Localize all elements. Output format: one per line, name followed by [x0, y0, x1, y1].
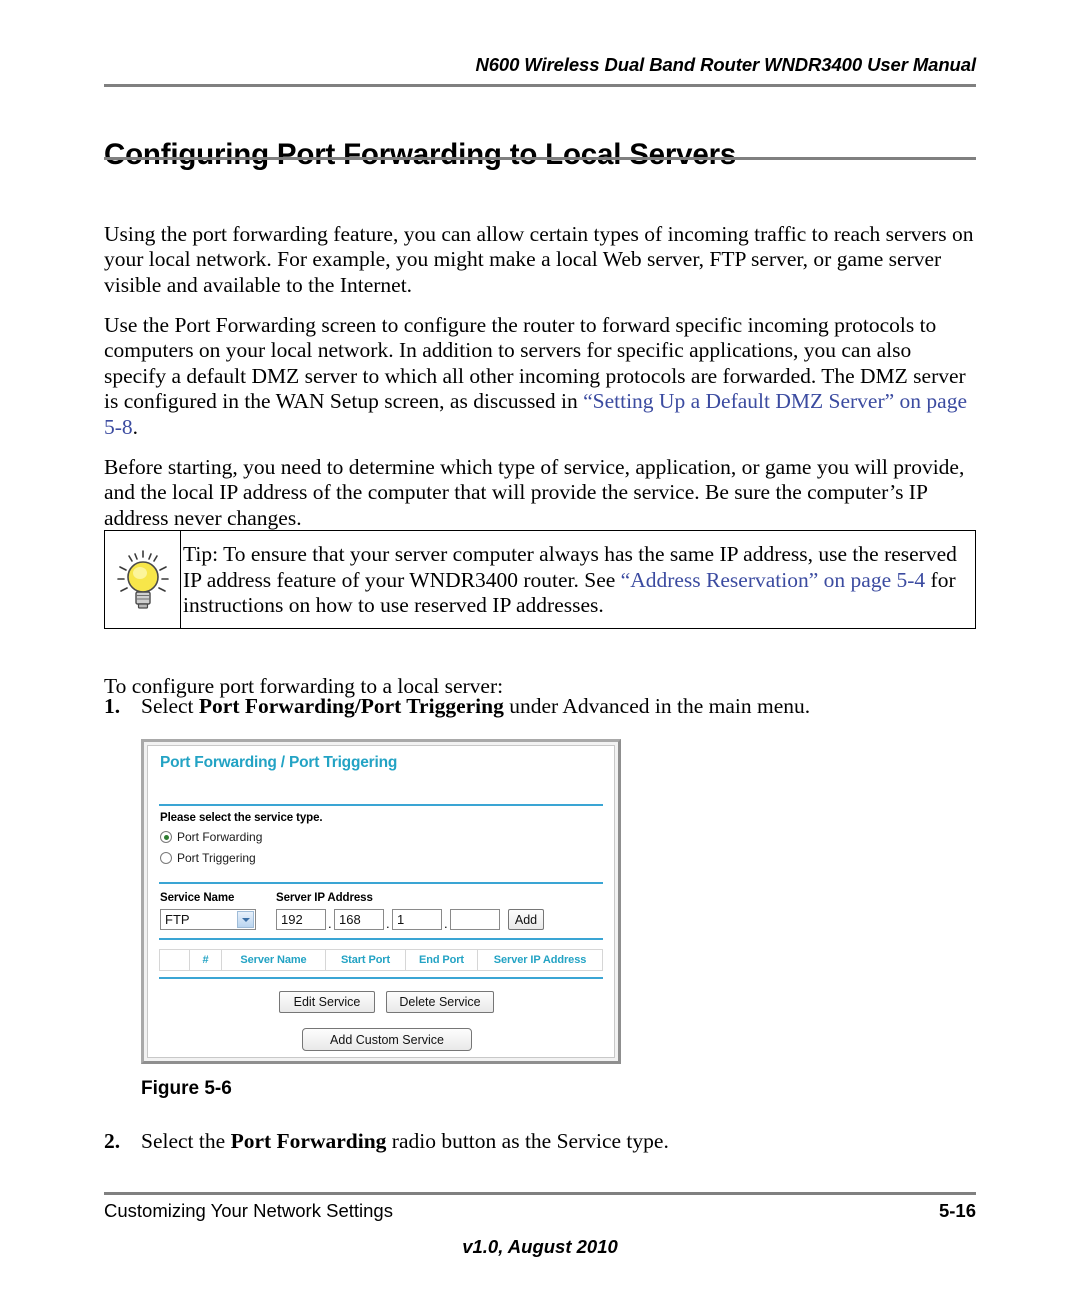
- radio-port-forwarding-indicator[interactable]: [160, 831, 172, 843]
- step-number: 2.: [104, 1129, 121, 1153]
- radio-port-forwarding-label: Port Forwarding: [177, 830, 263, 844]
- header-rule: [104, 84, 976, 87]
- ip-separator-2: .: [386, 916, 390, 931]
- step-bold-term: Port Forwarding: [230, 1129, 387, 1153]
- delete-service-button[interactable]: Delete Service: [386, 991, 494, 1013]
- table-header-start-port: Start Port: [326, 950, 406, 970]
- services-table-header: # Server Name Start Port End Port Server…: [159, 949, 603, 971]
- paragraph-intro-text: Using the port forwarding feature, you c…: [104, 221, 974, 297]
- footer-page-number: 5-16: [938, 1200, 976, 1221]
- service-type-label: Please select the service type.: [160, 812, 323, 824]
- document-page: N600 Wireless Dual Band Router WNDR3400 …: [0, 0, 1080, 1296]
- cross-reference-link-page[interactable]: on page 5-4: [824, 568, 926, 592]
- tip-text: Tip: To ensure that your server computer…: [183, 542, 963, 619]
- table-header-number: #: [190, 950, 222, 970]
- procedure-step-2: 2. Select the Port Forwarding radio butt…: [104, 1129, 976, 1155]
- procedure-step-1: 1. Select Port Forwarding/Port Triggerin…: [104, 694, 976, 720]
- radio-port-triggering-label: Port Triggering: [177, 851, 256, 865]
- server-ip-octet-4[interactable]: [450, 909, 500, 930]
- radio-port-triggering-indicator[interactable]: [160, 852, 172, 864]
- figure-caption: Figure 5-6: [141, 1078, 232, 1099]
- divider-2: [159, 882, 603, 884]
- add-custom-service-button[interactable]: Add Custom Service: [302, 1028, 472, 1051]
- service-name-selected-value: FTP: [165, 912, 190, 927]
- add-button[interactable]: Add: [508, 909, 544, 930]
- page-title: Configuring Port Forwarding to Local Ser…: [104, 137, 737, 171]
- step-text: Select the Port Forwarding radio button …: [104, 1129, 976, 1155]
- router-ui-screenshot: Port Forwarding / Port Triggering Please…: [141, 739, 621, 1064]
- service-name-label: Service Name: [160, 892, 235, 904]
- ip-separator-1: .: [328, 916, 332, 931]
- step-number: 1.: [104, 694, 121, 718]
- table-header-server-name: Server Name: [222, 950, 326, 970]
- table-header-end-port: End Port: [406, 950, 478, 970]
- tip-label: Tip:: [183, 542, 219, 566]
- step-bold-term: Port Forwarding/Port Triggering: [198, 694, 504, 718]
- step-text-before: Select: [141, 694, 199, 718]
- tip-callout-box: Tip: To ensure that your server computer…: [104, 530, 976, 629]
- footer-section-name: Customizing Your Network Settings: [104, 1200, 393, 1221]
- running-header: N600 Wireless Dual Band Router WNDR3400 …: [475, 54, 976, 75]
- tip-icon-cell: [105, 531, 181, 628]
- title-rule: [104, 157, 976, 160]
- step-text-before: Select the: [141, 1129, 231, 1153]
- service-name-select[interactable]: FTP: [160, 909, 256, 930]
- paragraph-before-starting-text: Before starting, you need to determine w…: [104, 454, 965, 530]
- step-text-after: under Advanced in the main menu.: [503, 694, 811, 718]
- server-ip-octet-2[interactable]: 168: [334, 909, 384, 930]
- divider-3: [159, 938, 603, 940]
- server-ip-octet-1[interactable]: 192: [276, 909, 326, 930]
- ip-separator-3: .: [444, 916, 448, 931]
- footer-rule: [104, 1192, 976, 1195]
- paragraph-before-starting: Before starting, you need to determine w…: [104, 455, 976, 532]
- paragraph-text-after-link: .: [132, 414, 139, 439]
- table-header-checkbox: [160, 950, 190, 970]
- paragraph-port-forwarding-screen: Use the Port Forwarding screen to config…: [104, 313, 976, 441]
- server-ip-octet-3[interactable]: 1: [392, 909, 442, 930]
- edit-service-button[interactable]: Edit Service: [279, 991, 375, 1013]
- radio-port-triggering[interactable]: Port Triggering: [160, 851, 256, 865]
- server-ip-address-label: Server IP Address: [276, 892, 373, 904]
- chevron-down-icon[interactable]: [237, 911, 254, 928]
- step-text: Select Port Forwarding/Port Triggering u…: [104, 694, 976, 720]
- step-text-after: radio button as the Service type.: [386, 1129, 669, 1153]
- divider-1: [159, 804, 603, 806]
- lightbulb-icon: [115, 549, 171, 611]
- router-panel-title: Port Forwarding / Port Triggering: [160, 754, 398, 771]
- radio-port-forwarding[interactable]: Port Forwarding: [160, 830, 262, 844]
- footer-version: v1.0, August 2010: [462, 1236, 618, 1257]
- paragraph-intro: Using the port forwarding feature, you c…: [104, 222, 976, 299]
- cross-reference-link-address-reservation[interactable]: “Address Reservation”: [621, 568, 819, 592]
- table-header-server-ip-address: Server IP Address: [493, 954, 587, 966]
- divider-4: [159, 977, 603, 979]
- router-ui-panel: Port Forwarding / Port Triggering Please…: [147, 745, 615, 1058]
